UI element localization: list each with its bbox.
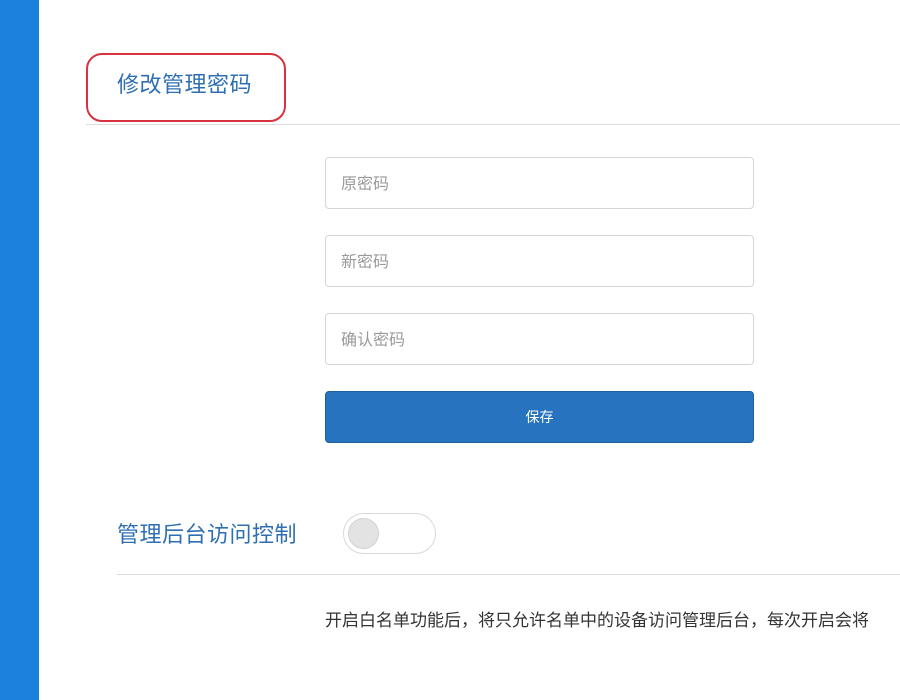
old-password-input[interactable] xyxy=(325,157,754,209)
section-divider xyxy=(117,574,900,575)
whitelist-description: 开启白名单功能后，将只允许名单中的设备访问管理后台，每次开启会将 xyxy=(325,611,869,631)
confirm-password-input[interactable] xyxy=(325,313,754,365)
access-control-toggle[interactable] xyxy=(343,513,436,554)
change-password-title: 修改管理密码 xyxy=(117,73,253,98)
settings-page: 修改管理密码 保存 管理后台访问控制 开启白名单功能后，将只允许名单中的设备访问… xyxy=(0,0,900,700)
new-password-input[interactable] xyxy=(325,235,754,287)
access-control-title: 管理后台访问控制 xyxy=(117,523,298,548)
save-button[interactable]: 保存 xyxy=(325,391,754,443)
section-divider xyxy=(86,124,900,125)
sidebar-strip xyxy=(0,0,39,700)
toggle-knob xyxy=(348,518,379,549)
